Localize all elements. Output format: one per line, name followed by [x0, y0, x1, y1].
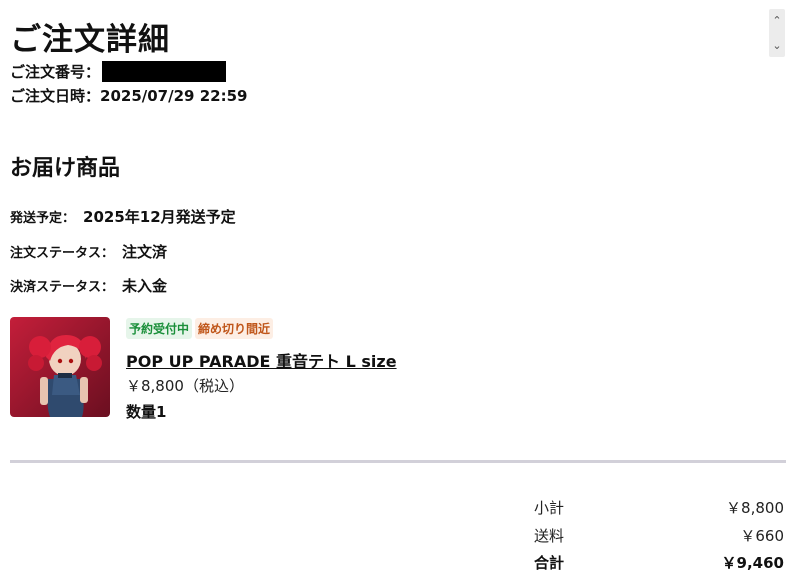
payment-status-label: 決済ステータス：: [10, 280, 115, 295]
order-date-row: ご注文日時：2025/07/29 22:59: [10, 85, 247, 106]
shipping-fee-value: ￥660: [740, 527, 784, 545]
product-thumbnail[interactable]: [10, 317, 110, 417]
divider: [10, 460, 786, 463]
order-number-label: ご注文番号：: [10, 63, 101, 81]
scroll-widget[interactable]: ⌃ ⌄: [769, 9, 785, 57]
total-value: ￥9,460: [721, 554, 784, 572]
order-number-redacted: [102, 61, 227, 82]
payment-status-row: 決済ステータス： 未入金: [10, 275, 167, 296]
section-title: お届け商品: [10, 156, 121, 181]
badge-deadline: 締め切り間近: [195, 318, 274, 339]
product-badges: 予約受付中 締め切り間近: [126, 318, 274, 339]
order-date-label: ご注文日時：: [10, 87, 101, 105]
page-title: ご注文詳細: [10, 22, 170, 58]
chevron-up-icon[interactable]: ⌃: [769, 11, 785, 31]
order-number-row: ご注文番号：: [10, 61, 227, 82]
subtotal-value: ￥8,800: [726, 499, 784, 517]
badge-preorder: 予約受付中: [126, 318, 193, 339]
product-price: ￥8,800（税込）: [126, 377, 244, 395]
shipping-schedule-row: 発送予定： 2025年12月発送予定: [10, 206, 236, 227]
product-quantity: 数量1: [126, 403, 167, 421]
order-date-value: 2025/07/29 22:59: [100, 87, 248, 105]
total-label: 合計: [534, 554, 565, 572]
payment-status-value: 未入金: [122, 277, 168, 295]
order-status-row: 注文ステータス： 注文済: [10, 241, 167, 262]
order-status-value: 注文済: [122, 243, 168, 261]
shipping-schedule-label: 発送予定：: [10, 211, 76, 226]
product-name-link[interactable]: POP UP PARADE 重音テト L size: [126, 348, 397, 372]
subtotal-label: 小計: [534, 499, 565, 517]
chevron-down-icon[interactable]: ⌄: [769, 36, 785, 56]
shipping-fee-label: 送料: [534, 527, 565, 545]
summary-shipping-row: 送料 ￥660: [534, 525, 784, 546]
order-status-label: 注文ステータス：: [10, 246, 115, 261]
summary-total-row: 合計 ￥9,460: [534, 552, 784, 573]
product-image: [10, 317, 110, 417]
summary-subtotal-row: 小計 ￥8,800: [534, 497, 784, 518]
shipping-schedule-value: 2025年12月発送予定: [83, 208, 236, 226]
